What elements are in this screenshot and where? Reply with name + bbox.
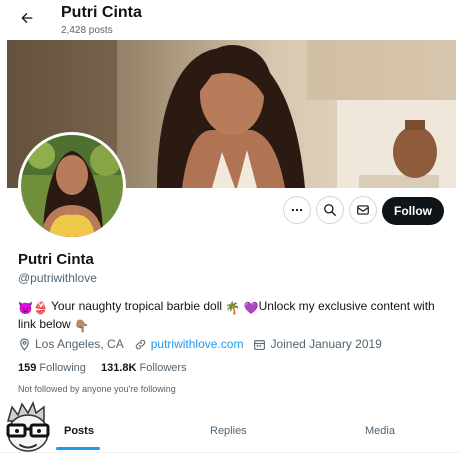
joined-text: Joined January 2019 xyxy=(270,337,382,351)
location-text: Los Angeles, CA xyxy=(35,337,124,351)
profile-display-name: Putri Cinta xyxy=(18,251,94,268)
profile-header: Putri Cinta 2,428 posts xyxy=(0,0,460,40)
more-horizontal-icon xyxy=(291,208,303,212)
follow-stats: 159 Following 131.8K Followers xyxy=(18,362,199,374)
header-post-count: 2,428 posts xyxy=(61,25,113,36)
search-icon xyxy=(324,204,336,216)
profile-bio: 😈👙 Your naughty tropical barbie doll 🌴 💜… xyxy=(18,298,438,334)
avatar-photo xyxy=(21,135,123,237)
followers-label: Followers xyxy=(139,362,187,374)
follow-button[interactable]: Follow xyxy=(382,197,444,225)
pointing-down-emoji: 👇🏽 xyxy=(74,319,89,333)
profile-handle: @putriwithlove xyxy=(18,271,97,285)
message-button[interactable] xyxy=(349,196,377,224)
link-icon xyxy=(135,339,145,349)
palm-tree-emoji: 🌴 xyxy=(225,301,241,315)
search-posts-button[interactable] xyxy=(316,196,344,224)
bikini-emoji: 👙 xyxy=(32,301,48,315)
website-item[interactable]: putriwithlove.com xyxy=(134,337,244,351)
tab-replies[interactable]: Replies xyxy=(210,425,247,437)
followers-count: 131.8K xyxy=(100,362,137,374)
active-tab-indicator xyxy=(56,447,100,450)
envelope-icon xyxy=(357,205,369,215)
location-pin-icon xyxy=(20,338,29,351)
following-link[interactable]: 159 Following xyxy=(18,362,86,374)
arrow-left-icon xyxy=(21,12,33,24)
joined-item: Joined January 2019 xyxy=(253,337,382,351)
following-count: 159 xyxy=(18,362,37,374)
profile-avatar[interactable] xyxy=(18,132,126,240)
followers-link[interactable]: 131.8K Followers xyxy=(101,362,187,374)
profile-tabs: Posts Replies Media xyxy=(0,410,460,453)
bio-text-1: Your naughty tropical barbie doll xyxy=(51,299,223,313)
location-item: Los Angeles, CA xyxy=(18,337,124,351)
profile-meta: Los Angeles, CA putriwithlove.com Joined… xyxy=(18,337,392,351)
purple-heart-emoji: 💜 xyxy=(243,301,259,315)
following-label: Following xyxy=(39,362,86,374)
tab-media[interactable]: Media xyxy=(365,425,395,437)
nerd-mascot-logo xyxy=(6,401,50,452)
back-button[interactable] xyxy=(14,5,40,31)
tab-posts[interactable]: Posts xyxy=(64,425,94,437)
mutual-followers-note: Not followed by anyone you're following xyxy=(18,384,176,394)
smiling-devil-emoji: 😈 xyxy=(18,301,33,315)
calendar-icon xyxy=(254,339,266,350)
website-link[interactable]: putriwithlove.com xyxy=(151,337,244,351)
header-display-name: Putri Cinta xyxy=(61,4,142,21)
more-button[interactable] xyxy=(283,196,311,224)
